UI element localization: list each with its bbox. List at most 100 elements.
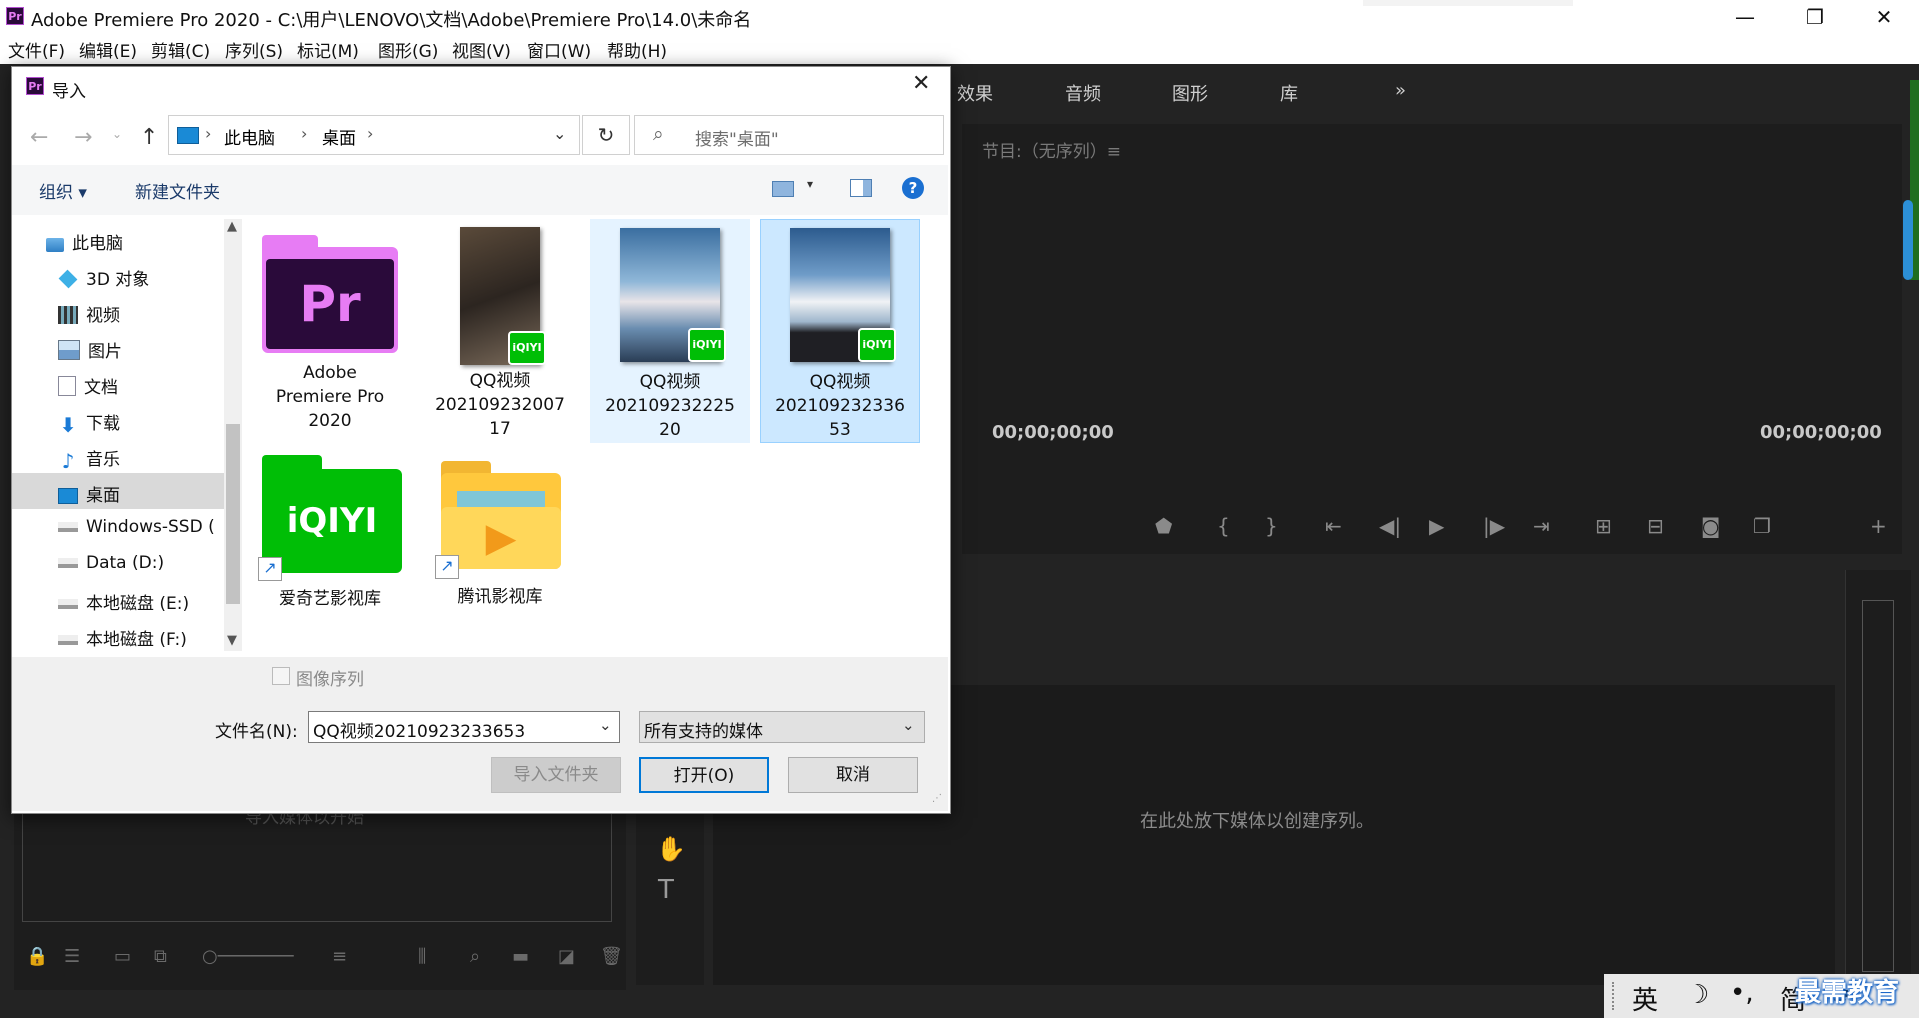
menu-window[interactable]: 窗口(W) <box>527 37 591 62</box>
nav-item-local-e[interactable]: 本地磁盘 (E:) <box>58 589 189 614</box>
file-item-iqiyi-library[interactable]: iQIYI ↗ 爱奇艺影视库 <box>250 449 410 619</box>
maximize-button[interactable]: ❐ <box>1780 0 1850 34</box>
new-folder-button[interactable]: 新建文件夹 <box>135 178 220 203</box>
help-icon[interactable]: ? <box>902 177 924 199</box>
resize-grip-icon[interactable]: ⋰ <box>932 793 942 804</box>
ime-language-toggle[interactable]: 英 <box>1632 980 1658 1017</box>
change-view-icon[interactable] <box>772 181 794 197</box>
scrollbar-thumb[interactable] <box>1903 200 1913 280</box>
file-item-tencent-library[interactable]: ▶ ↗ 腾讯影视库 <box>420 449 580 619</box>
workspace-tab-effects[interactable]: 效果 <box>957 80 993 106</box>
program-timecode-current[interactable]: 00;00;00;00 <box>992 422 1114 443</box>
menu-sequence[interactable]: 序列(S) <box>225 37 283 62</box>
export-frame-icon[interactable]: ◙ <box>1701 514 1720 538</box>
preview-pane-icon[interactable] <box>850 179 872 197</box>
forward-arrow-icon[interactable]: → <box>74 125 92 150</box>
refresh-button[interactable]: ↻ <box>582 115 630 155</box>
view-dropdown-icon[interactable]: ▾ <box>807 177 813 191</box>
scroll-up-icon[interactable]: ▲ <box>227 219 237 234</box>
lock-icon[interactable]: 🔒 <box>26 946 48 967</box>
step-forward-icon[interactable]: |▶ <box>1483 514 1505 538</box>
recent-locations-icon[interactable]: ⌄ <box>112 127 122 141</box>
ime-punctuation-icon[interactable]: •, <box>1730 978 1754 1008</box>
zoom-slider[interactable]: ○─────── <box>202 946 294 967</box>
nav-item-pictures[interactable]: 图片 <box>58 337 122 362</box>
address-bar[interactable]: › 此电脑 › 桌面 › ⌄ <box>168 115 580 155</box>
go-to-in-icon[interactable]: ⇤ <box>1325 514 1342 538</box>
nav-item-downloads[interactable]: ⬇ 下载 <box>58 409 120 435</box>
nav-item-this-pc[interactable]: 此电脑 <box>46 229 123 254</box>
clear-icon[interactable]: 🗑 <box>600 946 623 967</box>
file-item-qq-video-2[interactable]: iQIYI QQ视频 202109232225 20 <box>590 219 750 443</box>
automate-icon[interactable]: ⫼ <box>418 946 426 967</box>
mark-out-icon[interactable]: } <box>1265 514 1278 538</box>
menu-help[interactable]: 帮助(H) <box>607 37 667 62</box>
type-tool-icon[interactable]: T <box>658 875 674 905</box>
filename-input[interactable]: QQ视频20210923233653 ⌄ <box>308 711 620 743</box>
breadcrumb-this-pc[interactable]: 此电脑 <box>224 124 275 149</box>
menu-clip[interactable]: 剪辑(C) <box>151 37 210 62</box>
ime-fullwidth-icon[interactable]: ☽ <box>1686 980 1709 1010</box>
sort-icon[interactable]: ≡ <box>332 946 347 967</box>
cancel-button[interactable]: 取消 <box>788 757 918 793</box>
minimize-button[interactable]: — <box>1710 0 1780 34</box>
filename-dropdown-icon[interactable]: ⌄ <box>599 716 612 734</box>
nav-item-desktop[interactable]: 桌面 <box>58 481 120 506</box>
search-input[interactable]: ⌕ 搜索"桌面" <box>634 115 944 155</box>
nav-item-3d-objects[interactable]: 3D 对象 <box>58 265 149 290</box>
add-marker-icon[interactable]: ⬟ <box>1155 514 1172 538</box>
comparison-view-icon[interactable]: ❐ <box>1753 514 1771 538</box>
button-editor-icon[interactable]: + <box>1870 514 1887 538</box>
menu-graphics[interactable]: 图形(G) <box>378 37 438 62</box>
lift-icon[interactable]: ⊞ <box>1595 514 1612 538</box>
close-window-button[interactable]: ✕ <box>1849 0 1919 34</box>
nav-item-local-f[interactable]: 本地磁盘 (F:) <box>58 625 187 650</box>
go-to-out-icon[interactable]: ⇥ <box>1533 514 1550 538</box>
ime-drag-handle[interactable] <box>1612 982 1617 1010</box>
workspace-tab-graphics[interactable]: 图形 <box>1172 80 1208 106</box>
workspace-tab-libraries[interactable]: 库 <box>1280 80 1298 106</box>
file-item-qq-video-3[interactable]: iQIYI QQ视频 202109232336 53 <box>760 219 920 443</box>
freeform-view-icon[interactable]: ⧉ <box>154 946 167 967</box>
scrollbar-thumb[interactable] <box>226 424 240 604</box>
scroll-down-icon[interactable]: ▼ <box>227 633 237 648</box>
menu-edit[interactable]: 编辑(E) <box>79 37 137 62</box>
nav-item-windows-ssd[interactable]: Windows-SSD ( <box>58 517 215 537</box>
up-arrow-icon[interactable]: ↑ <box>140 125 158 150</box>
new-item-icon[interactable]: ◪ <box>558 946 575 967</box>
menu-view[interactable]: 视图(V) <box>452 37 511 62</box>
workspace-tab-audio[interactable]: 音频 <box>1065 80 1101 106</box>
timeline-drop-hint: 在此处放下媒体以创建序列。 <box>1140 811 1374 832</box>
file-label-line: 20 <box>659 420 681 440</box>
nav-item-data-d[interactable]: Data (D:) <box>58 553 164 573</box>
open-button[interactable]: 打开(O) <box>639 757 769 793</box>
file-label-line: QQ视频 <box>809 372 871 392</box>
address-dropdown-icon[interactable]: ⌄ <box>553 124 566 143</box>
list-view-icon[interactable]: ☰ <box>64 946 80 967</box>
file-item-premiere[interactable]: Pr Adobe Premiere Pro 2020 <box>250 219 410 443</box>
filetype-select[interactable]: 所有支持的媒体 ⌄ <box>639 711 925 743</box>
hand-tool-icon[interactable]: ✋ <box>656 835 686 863</box>
step-back-icon[interactable]: ◀| <box>1379 514 1401 538</box>
import-folder-button[interactable]: 导入文件夹 <box>491 757 621 793</box>
menu-marker[interactable]: 标记(M) <box>297 37 359 62</box>
image-sequence-checkbox[interactable] <box>272 667 290 685</box>
extract-icon[interactable]: ⊟ <box>1647 514 1664 538</box>
new-bin-icon[interactable]: ▬ <box>512 946 529 967</box>
organize-button[interactable]: 组织 ▾ <box>39 178 87 203</box>
nav-item-videos[interactable]: 视频 <box>58 301 120 326</box>
back-arrow-icon[interactable]: ← <box>30 125 48 150</box>
workspace-overflow-button[interactable]: » <box>1395 80 1406 101</box>
file-item-qq-video-1[interactable]: iQIYI QQ视频 202109232007 17 <box>420 219 580 443</box>
play-icon[interactable]: ▶ <box>1429 514 1444 538</box>
nav-item-documents[interactable]: 文档 <box>58 373 118 398</box>
nav-scrollbar[interactable]: ▲ ▼ <box>224 219 242 651</box>
file-label-line: Adobe <box>303 363 357 383</box>
mark-in-icon[interactable]: { <box>1217 514 1230 538</box>
find-icon[interactable]: ⌕ <box>470 946 480 967</box>
breadcrumb-desktop[interactable]: 桌面 <box>322 124 356 149</box>
icon-view-icon[interactable]: ▭ <box>114 946 131 967</box>
nav-item-music[interactable]: ♪ 音乐 <box>58 445 120 471</box>
menu-file[interactable]: 文件(F) <box>8 37 65 62</box>
dialog-close-button[interactable]: ✕ <box>912 71 930 96</box>
